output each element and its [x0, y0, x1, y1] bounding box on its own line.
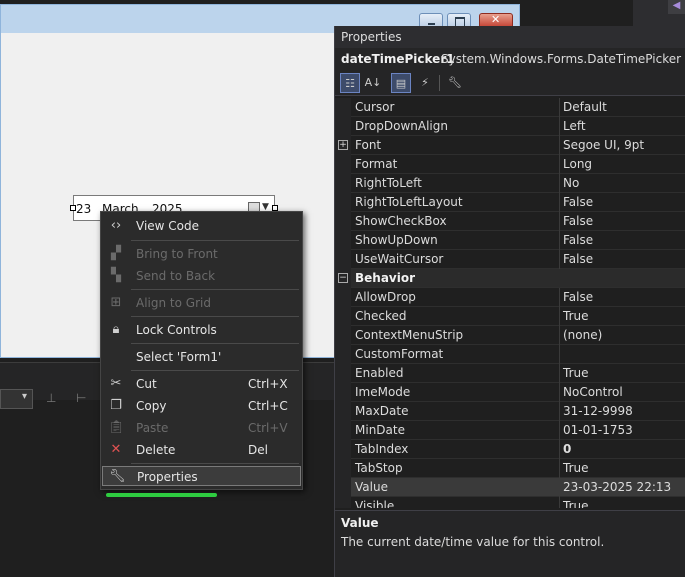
properties-view-icon[interactable]: ▤: [391, 73, 411, 93]
menu-item-label: Paste: [136, 421, 169, 435]
object-selector[interactable]: dateTimePicker1 System.Windows.Forms.Dat…: [335, 48, 685, 70]
copy-icon: ❐: [110, 398, 122, 413]
highlight-underline: [106, 493, 217, 497]
menu-item-send-to-back[interactable]: ▚ Send to Back: [102, 266, 301, 286]
property-row[interactable]: TabIndex 0: [335, 440, 685, 459]
menu-item-label: Send to Back: [136, 269, 216, 283]
dtp-day: 23: [76, 202, 92, 216]
bring-to-front-icon: ▞: [111, 246, 121, 261]
menu-item-label: Lock Controls: [136, 323, 217, 337]
property-row[interactable]: Visible True: [335, 497, 685, 508]
vs-icon[interactable]: ◀: [668, 0, 685, 14]
property-row[interactable]: Cursor Default: [335, 98, 685, 117]
menu-item-lock-controls[interactable]: 🔒︎ Lock Controls: [102, 320, 301, 340]
menu-separator: [131, 316, 299, 317]
wrench-icon: 🔧︎: [109, 469, 126, 484]
menu-item-bring-to-front[interactable]: ▞ Bring to Front: [102, 244, 301, 264]
send-to-back-icon: ▚: [111, 268, 121, 283]
property-row-selected[interactable]: Value 23-03-2025 22:13: [335, 478, 685, 497]
property-row[interactable]: RightToLeftLayout False: [335, 193, 685, 212]
property-row[interactable]: CustomFormat: [335, 345, 685, 364]
description-title: Value: [341, 516, 379, 530]
property-row[interactable]: Checked True: [335, 307, 685, 326]
object-type: System.Windows.Forms.DateTimePicker: [441, 52, 682, 66]
menu-item-paste[interactable]: 📋︎ Paste Ctrl+V: [102, 418, 301, 438]
lock-icon: 🔒︎: [112, 322, 120, 337]
menu-item-shortcut: Ctrl+V: [248, 421, 288, 435]
menu-item-view-code[interactable]: ‹› View Code: [102, 216, 301, 236]
property-pages-icon[interactable]: 🔧︎: [445, 73, 465, 93]
menu-item-label: Bring to Front: [136, 247, 218, 261]
menu-item-shortcut: Del: [248, 443, 268, 457]
paste-icon: 📋︎: [108, 420, 125, 435]
menu-separator: [131, 370, 299, 371]
properties-title: Properties: [341, 30, 402, 44]
context-menu: ‹› View Code ▞ Bring to Front ▚ Send to …: [100, 211, 303, 490]
object-name: dateTimePicker1: [341, 52, 455, 66]
property-row[interactable]: MaxDate 31-12-9998: [335, 402, 685, 421]
property-row[interactable]: ShowCheckBox False: [335, 212, 685, 231]
property-row[interactable]: ContextMenuStrip (none): [335, 326, 685, 345]
menu-item-select-form1[interactable]: Select 'Form1': [102, 347, 301, 367]
property-row[interactable]: + Font Segoe UI, 9pt: [335, 136, 685, 155]
properties-titlebar: Properties: [335, 26, 685, 48]
expand-icon[interactable]: +: [338, 140, 348, 150]
menu-item-label: Cut: [136, 377, 157, 391]
menu-item-align-to-grid[interactable]: ⊞ Align to Grid: [102, 293, 301, 313]
menu-item-label: Copy: [136, 399, 167, 413]
menu-item-label: View Code: [136, 219, 200, 233]
property-row[interactable]: Enabled True: [335, 364, 685, 383]
description-text: The current date/time value for this con…: [341, 535, 605, 549]
align-left-icon[interactable]: ⊢: [76, 391, 90, 405]
property-row[interactable]: DropDownAlign Left: [335, 117, 685, 136]
alphabetical-icon[interactable]: A↓: [363, 73, 383, 93]
properties-toolbar: ☷ A↓ ▤ ⚡ 🔧︎: [335, 70, 685, 96]
description-pane: Value The current date/time value for th…: [335, 510, 685, 577]
align-icon[interactable]: ⊥: [46, 391, 60, 405]
menu-item-label: Align to Grid: [136, 296, 211, 310]
toolbar-combo[interactable]: [0, 389, 33, 409]
property-row[interactable]: AllowDrop False: [335, 288, 685, 307]
menu-separator: [131, 343, 299, 344]
toolbar-separator: [439, 75, 440, 91]
property-row[interactable]: Format Long: [335, 155, 685, 174]
property-row[interactable]: UseWaitCursor False: [335, 250, 685, 269]
delete-icon: ✕: [110, 442, 122, 457]
menu-item-label: Delete: [136, 443, 176, 457]
menu-separator: [131, 463, 299, 464]
property-row[interactable]: ShowUpDown False: [335, 231, 685, 250]
properties-window: Properties dateTimePicker1 System.Window…: [334, 26, 685, 577]
menu-separator: [131, 240, 299, 241]
property-row[interactable]: ImeMode NoControl: [335, 383, 685, 402]
collapse-icon[interactable]: −: [338, 273, 348, 283]
property-row[interactable]: MinDate 01-01-1753: [335, 421, 685, 440]
menu-item-cut[interactable]: ✂ Cut Ctrl+X: [102, 374, 301, 394]
property-row[interactable]: TabStop True: [335, 459, 685, 478]
menu-item-shortcut: Ctrl+C: [248, 399, 288, 413]
scissors-icon: ✂: [110, 376, 122, 391]
menu-item-delete[interactable]: ✕ Delete Del: [102, 440, 301, 460]
menu-item-label: Properties: [137, 470, 198, 484]
menu-item-shortcut: Ctrl+X: [248, 377, 288, 391]
categorized-icon[interactable]: ☷: [340, 73, 360, 93]
menu-separator: [131, 289, 299, 290]
property-grid: Cursor Default DropDownAlign Left + Font Seg…: [335, 96, 685, 508]
align-to-grid-icon: ⊞: [110, 295, 122, 310]
property-row[interactable]: RightToLeft No: [335, 174, 685, 193]
events-icon[interactable]: ⚡: [415, 73, 435, 93]
menu-item-copy[interactable]: ❐ Copy Ctrl+C: [102, 396, 301, 416]
resize-handle-left[interactable]: [70, 205, 76, 211]
code-icon: ‹›: [110, 218, 122, 233]
category-behavior[interactable]: − Behavior: [335, 269, 685, 288]
menu-item-label: Select 'Form1': [136, 350, 222, 364]
menu-item-properties[interactable]: 🔧︎ Properties: [102, 466, 301, 486]
